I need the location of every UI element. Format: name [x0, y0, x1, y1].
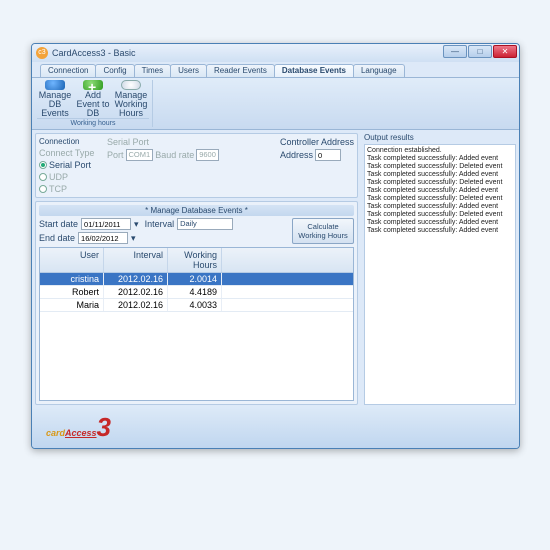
ribbon-group-working-hours: Manage DB Events Add Event to DB Manage … — [34, 80, 153, 127]
footer-brand: cardAccess3 — [32, 406, 519, 448]
udp-radio[interactable] — [39, 173, 47, 181]
tab-times[interactable]: Times — [134, 64, 171, 77]
table-row[interactable]: cristina 2012.02.16 2.0014 — [40, 273, 353, 286]
interval-select[interactable]: Daily — [177, 218, 233, 230]
end-date-input[interactable] — [78, 232, 128, 244]
manage-db-events-button[interactable]: Manage DB Events — [37, 80, 73, 118]
tab-users[interactable]: Users — [170, 64, 207, 77]
calendar-icon[interactable]: ▾ — [131, 233, 136, 244]
database-icon — [45, 80, 65, 90]
app-window: c3 CardAccess3 - Basic — □ ✕ Connection … — [31, 43, 520, 449]
app-icon: c3 — [36, 47, 48, 59]
table-row[interactable]: Robert 2012.02.16 4.4189 — [40, 286, 353, 299]
connection-title: Connection — [39, 137, 101, 146]
maximize-button[interactable]: □ — [468, 45, 492, 58]
titlebar[interactable]: c3 CardAccess3 - Basic — □ ✕ — [32, 44, 519, 62]
ribbon: Manage DB Events Add Event to DB Manage … — [32, 78, 519, 130]
clock-icon — [121, 80, 141, 90]
manage-db-events-panel: * Manage Database Events * Start date▾ E… — [35, 201, 358, 405]
connection-panel: Connection Connect Type Serial Port UDP … — [35, 133, 358, 198]
results-table: User Interval Working Hours cristina 201… — [39, 247, 354, 401]
manage-working-hours-button[interactable]: Manage Working Hours — [113, 80, 149, 118]
output-title: Output results — [364, 133, 516, 142]
port-select[interactable]: COM1 — [126, 149, 154, 161]
output-log: Connection established.Task completed su… — [364, 144, 516, 405]
calculate-working-hours-button[interactable]: Calculate Working Hours — [292, 218, 354, 244]
tab-reader-events[interactable]: Reader Events — [206, 64, 275, 77]
tab-connection[interactable]: Connection — [40, 64, 96, 77]
add-event-to-db-button[interactable]: Add Event to DB — [75, 80, 111, 118]
start-date-input[interactable] — [81, 218, 131, 230]
calendar-icon[interactable]: ▾ — [134, 219, 139, 230]
baud-select[interactable]: 9600 — [196, 149, 219, 161]
tab-config[interactable]: Config — [95, 64, 134, 77]
tab-database-events[interactable]: Database Events — [274, 64, 354, 77]
address-input[interactable] — [315, 149, 341, 161]
add-icon — [83, 80, 103, 90]
col-interval[interactable]: Interval — [104, 248, 168, 272]
ribbon-group-label: Working hours — [37, 118, 149, 127]
tab-language[interactable]: Language — [353, 64, 405, 77]
table-row[interactable]: Maria 2012.02.16 4.0033 — [40, 299, 353, 312]
minimize-button[interactable]: — — [443, 45, 467, 58]
close-button[interactable]: ✕ — [493, 45, 517, 58]
col-hours[interactable]: Working Hours — [168, 248, 222, 272]
col-user[interactable]: User — [40, 248, 104, 272]
window-title: CardAccess3 - Basic — [52, 48, 136, 58]
main-tabs: Connection Config Times Users Reader Eve… — [32, 62, 519, 78]
serial-port-radio[interactable] — [39, 161, 47, 169]
tcp-radio[interactable] — [39, 185, 47, 193]
mdb-title: * Manage Database Events * — [39, 205, 354, 216]
